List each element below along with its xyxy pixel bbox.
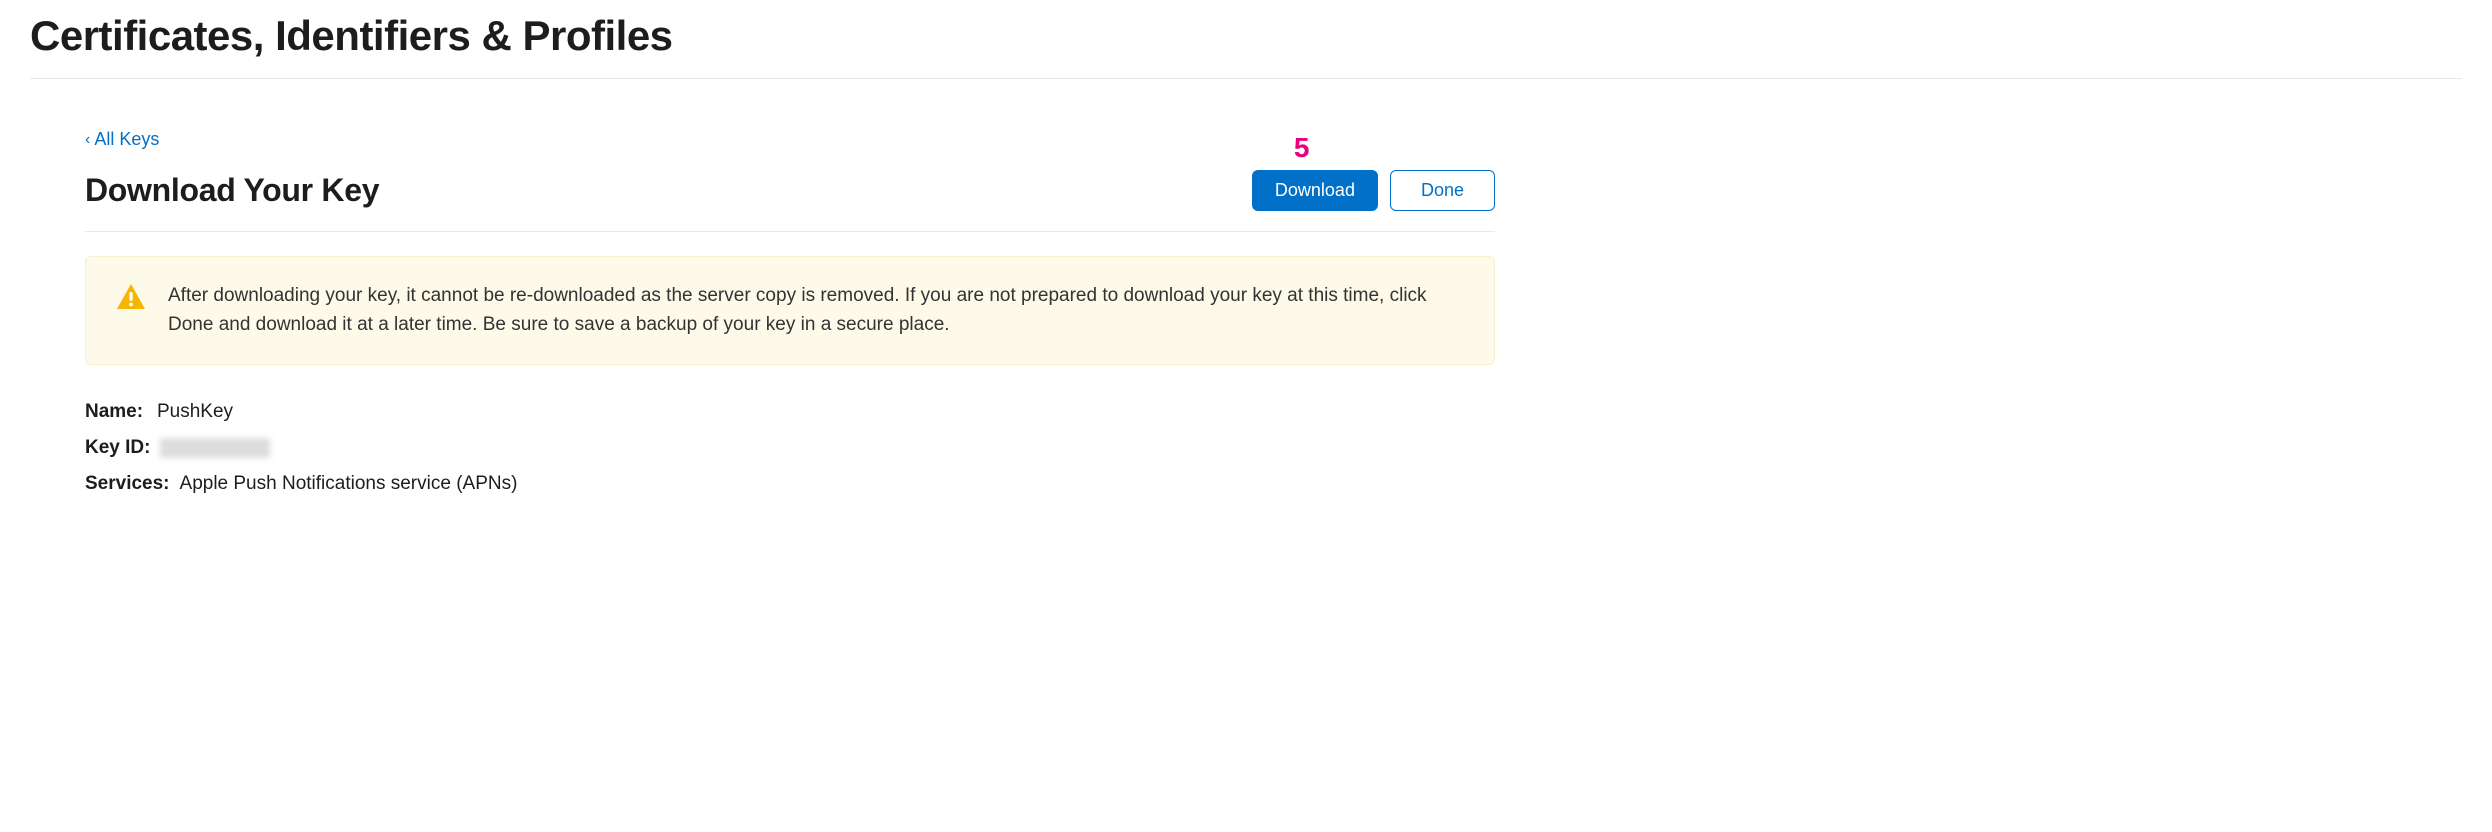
detail-name-value: PushKey <box>157 401 233 423</box>
page-title: Certificates, Identifiers & Profiles <box>30 0 2462 79</box>
warning-icon <box>116 283 146 316</box>
download-button[interactable]: Download <box>1252 170 1378 211</box>
detail-keyid-label: Key ID: <box>85 437 150 459</box>
warning-message: After downloading your key, it cannot be… <box>168 281 1464 340</box>
detail-services-row: Services: Apple Push Notifications servi… <box>85 473 1495 495</box>
warning-banner: After downloading your key, it cannot be… <box>85 256 1495 365</box>
chevron-left-icon: ‹ <box>85 131 90 149</box>
detail-name-label: Name: <box>85 401 147 423</box>
detail-keyid-value <box>160 437 270 459</box>
detail-services-value: Apple Push Notifications service (APNs) <box>180 473 518 495</box>
detail-services-label: Services: <box>85 473 170 495</box>
detail-name-row: Name: PushKey <box>85 401 1495 423</box>
detail-keyid-row: Key ID: <box>85 437 1495 459</box>
key-details: Name: PushKey Key ID: Services: Apple Pu… <box>85 401 1495 495</box>
back-all-keys-link[interactable]: ‹ All Keys <box>85 129 159 150</box>
step-annotation: 5 <box>1294 132 1310 164</box>
back-link-label: All Keys <box>94 129 159 150</box>
section-title: Download Your Key <box>85 172 379 209</box>
redacted-keyid <box>160 438 270 458</box>
done-button[interactable]: Done <box>1390 170 1495 211</box>
